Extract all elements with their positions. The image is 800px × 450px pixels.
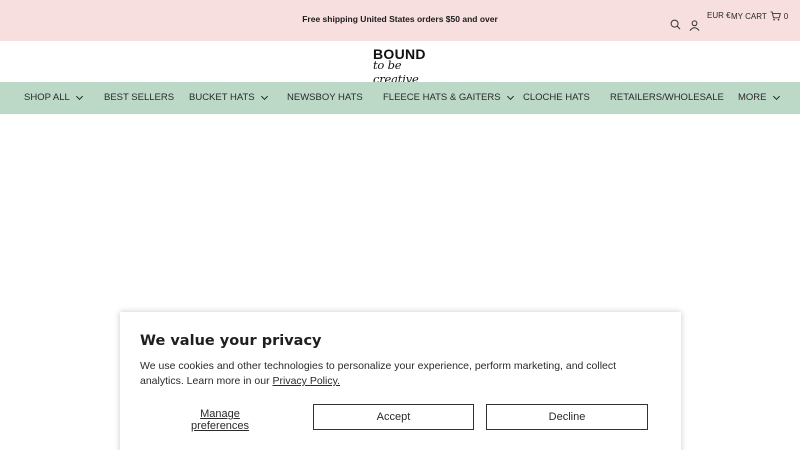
currency-selector[interactable]: EUR € bbox=[707, 11, 731, 20]
nav-label: SHOP ALL bbox=[24, 92, 70, 103]
account-icon[interactable] bbox=[689, 20, 700, 31]
nav-label: RETAILERS/WHOLESALE bbox=[610, 92, 724, 103]
nav-label: MORE bbox=[738, 92, 767, 103]
nav-item-best-sellers[interactable]: BEST SELLERS bbox=[104, 82, 174, 114]
chevron-down-icon bbox=[772, 92, 780, 101]
main-navigation: SHOP ALL BEST SELLERS BUCKET HATS NEWSBO… bbox=[0, 82, 800, 114]
cart-label: MY CART bbox=[731, 11, 767, 21]
nav-item-retailers-wholesale[interactable]: RETAILERS/WHOLESALE bbox=[610, 82, 724, 114]
nav-item-shop-all[interactable]: SHOP ALL bbox=[24, 82, 83, 114]
nav-label: BEST SELLERS bbox=[104, 92, 175, 103]
privacy-policy-link[interactable]: Privacy Policy. bbox=[273, 375, 341, 387]
cart-link[interactable]: MY CART 0 bbox=[731, 11, 788, 21]
chevron-down-icon bbox=[506, 92, 514, 101]
nav-item-more[interactable]: MORE bbox=[738, 82, 780, 114]
nav-item-fleece-hats-gaiters[interactable]: FLEECE HATS & GAITERS bbox=[383, 82, 514, 114]
privacy-title: We value your privacy bbox=[140, 333, 322, 349]
nav-item-newsboy-hats[interactable]: NEWSBOY HATS bbox=[287, 82, 363, 114]
decline-button[interactable]: Decline bbox=[486, 404, 648, 430]
privacy-body-text: We use cookies and other technologies to… bbox=[140, 360, 617, 387]
privacy-body: We use cookies and other technologies to… bbox=[140, 359, 660, 389]
nav-item-cloche-hats[interactable]: CLOCHE HATS bbox=[523, 82, 590, 114]
nav-label: NEWSBOY HATS bbox=[287, 92, 363, 103]
chevron-down-icon bbox=[260, 92, 268, 101]
chevron-down-icon bbox=[75, 92, 83, 101]
site-logo[interactable]: BOUND to be creative bbox=[370, 46, 432, 86]
privacy-banner: We value your privacy We use cookies and… bbox=[120, 312, 681, 450]
manage-preferences-button[interactable]: Manage preferences bbox=[175, 408, 265, 432]
accept-button[interactable]: Accept bbox=[313, 404, 474, 430]
search-icon[interactable] bbox=[670, 19, 681, 30]
nav-label: CLOCHE HATS bbox=[523, 92, 590, 103]
cart-icon bbox=[770, 11, 781, 21]
nav-label: BUCKET HATS bbox=[189, 92, 255, 103]
nav-item-bucket-hats[interactable]: BUCKET HATS bbox=[189, 82, 268, 114]
cart-count: 0 bbox=[783, 11, 789, 21]
announcement-bar: Free shipping United States orders $50 a… bbox=[0, 0, 800, 41]
nav-label: FLEECE HATS & GAITERS bbox=[383, 92, 501, 103]
